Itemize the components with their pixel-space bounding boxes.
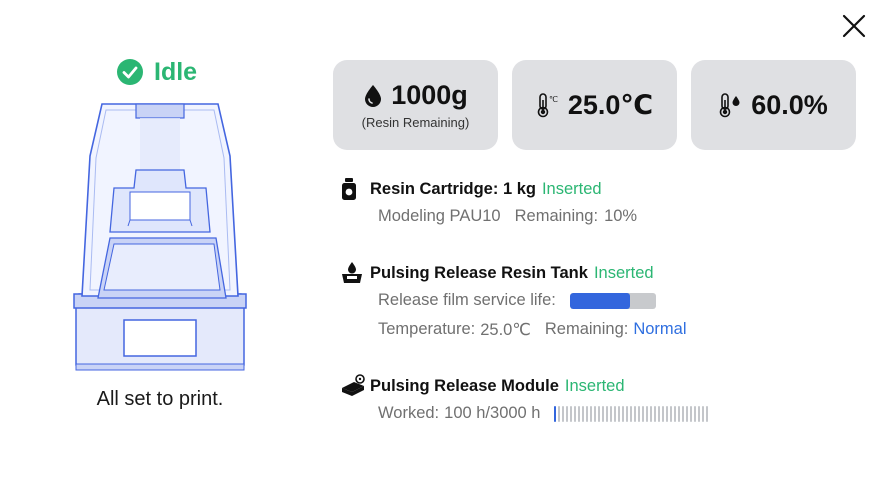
progress-tick xyxy=(570,405,573,422)
release-module-title: Pulsing Release Module xyxy=(370,376,559,395)
progress-tick xyxy=(606,405,609,422)
progress-tick xyxy=(574,405,577,422)
tank-remaining-label: Remaining: xyxy=(544,320,629,338)
printer-illustration xyxy=(73,103,247,371)
resin-tank-title: Pulsing Release Resin Tank xyxy=(370,263,588,282)
worked-value: 100 h/3000 h xyxy=(444,404,541,422)
resin-cartridge-title: Resin Cartridge: 1 kg xyxy=(370,179,536,198)
progress-tick xyxy=(654,405,657,422)
progress-tick xyxy=(566,405,569,422)
printer-status: Idle xyxy=(116,56,197,88)
tank-temperature-label: Temperature: xyxy=(378,320,476,338)
resin-tank-icon xyxy=(342,262,362,283)
progress-tick xyxy=(626,405,629,422)
progress-tick xyxy=(674,405,677,422)
progress-tick xyxy=(702,405,705,422)
progress-tick xyxy=(630,405,633,422)
progress-tick xyxy=(662,405,665,422)
tank-remaining-value: Normal xyxy=(633,320,687,338)
tank-temperature-value: 25.0℃ xyxy=(480,320,531,339)
progress-tick xyxy=(610,405,613,422)
resin-remaining-text-label: Remaining: xyxy=(514,207,599,225)
humidity-value: 60.0% xyxy=(751,89,828,120)
resin-tank-section: Pulsing Release Resin Tank Inserted Rele… xyxy=(340,260,687,344)
progress-tick xyxy=(706,405,709,422)
progress-tick xyxy=(678,405,681,422)
progress-tick xyxy=(658,405,661,422)
humidity-card: 60.0% xyxy=(691,60,856,150)
progress-tick xyxy=(686,405,689,422)
resin-remaining-percent: 10% xyxy=(604,207,638,225)
progress-tick xyxy=(602,405,605,422)
release-module-status: Inserted xyxy=(564,376,625,395)
progress-tick xyxy=(694,405,697,422)
resin-model: Modeling PAU10 xyxy=(378,207,501,225)
progress-tick xyxy=(586,405,589,422)
droplet-icon xyxy=(365,84,382,107)
temperature-value: 25.0℃ xyxy=(567,89,654,120)
svg-text:℃: ℃ xyxy=(549,95,558,104)
progress-tick xyxy=(682,405,685,422)
progress-tick xyxy=(598,405,601,422)
release-module-icon xyxy=(342,374,365,396)
resin-bottle-icon xyxy=(342,178,356,200)
progress-tick xyxy=(638,405,641,422)
progress-tick xyxy=(582,405,585,422)
progress-tick xyxy=(554,405,557,422)
resin-remaining-label: (Resin Remaining) xyxy=(361,115,470,130)
progress-tick xyxy=(562,405,565,422)
progress-tick xyxy=(698,405,701,422)
film-life-bar-fill xyxy=(569,292,631,309)
worked-label: Worked: xyxy=(378,404,440,422)
progress-tick xyxy=(622,405,625,422)
status-label: Idle xyxy=(154,57,198,86)
progress-tick xyxy=(690,405,693,422)
temperature-card: ℃ 25.0℃ xyxy=(512,60,677,150)
printer-caption: All set to print. xyxy=(96,388,224,410)
progress-tick xyxy=(650,405,653,422)
worked-progress-ticks xyxy=(554,405,709,422)
progress-tick xyxy=(590,405,593,422)
progress-tick xyxy=(614,405,617,422)
thermometer-celsius-icon: ℃ xyxy=(537,93,558,118)
progress-tick xyxy=(578,405,581,422)
progress-tick xyxy=(634,405,637,422)
resin-remaining-value: 1000g xyxy=(391,80,468,110)
progress-tick xyxy=(642,405,645,422)
humidity-icon xyxy=(719,93,740,118)
resin-tank-status: Inserted xyxy=(593,263,654,282)
progress-tick xyxy=(666,405,669,422)
progress-tick xyxy=(558,405,561,422)
progress-tick xyxy=(594,405,597,422)
resin-remaining-card: 1000g (Resin Remaining) xyxy=(333,60,498,150)
resin-cartridge-status: Inserted xyxy=(541,179,602,198)
film-life-bar xyxy=(569,292,656,309)
close-button[interactable] xyxy=(838,10,870,42)
film-life-label: Release film service life: xyxy=(378,291,556,309)
check-circle-icon xyxy=(117,59,143,85)
progress-tick xyxy=(646,405,649,422)
close-icon xyxy=(842,14,866,38)
progress-tick xyxy=(618,405,621,422)
release-module-section: Pulsing Release Module Inserted Worked: … xyxy=(340,373,709,428)
resin-cartridge-section: Resin Cartridge: 1 kg Inserted Modeling … xyxy=(340,176,637,231)
progress-tick xyxy=(670,405,673,422)
